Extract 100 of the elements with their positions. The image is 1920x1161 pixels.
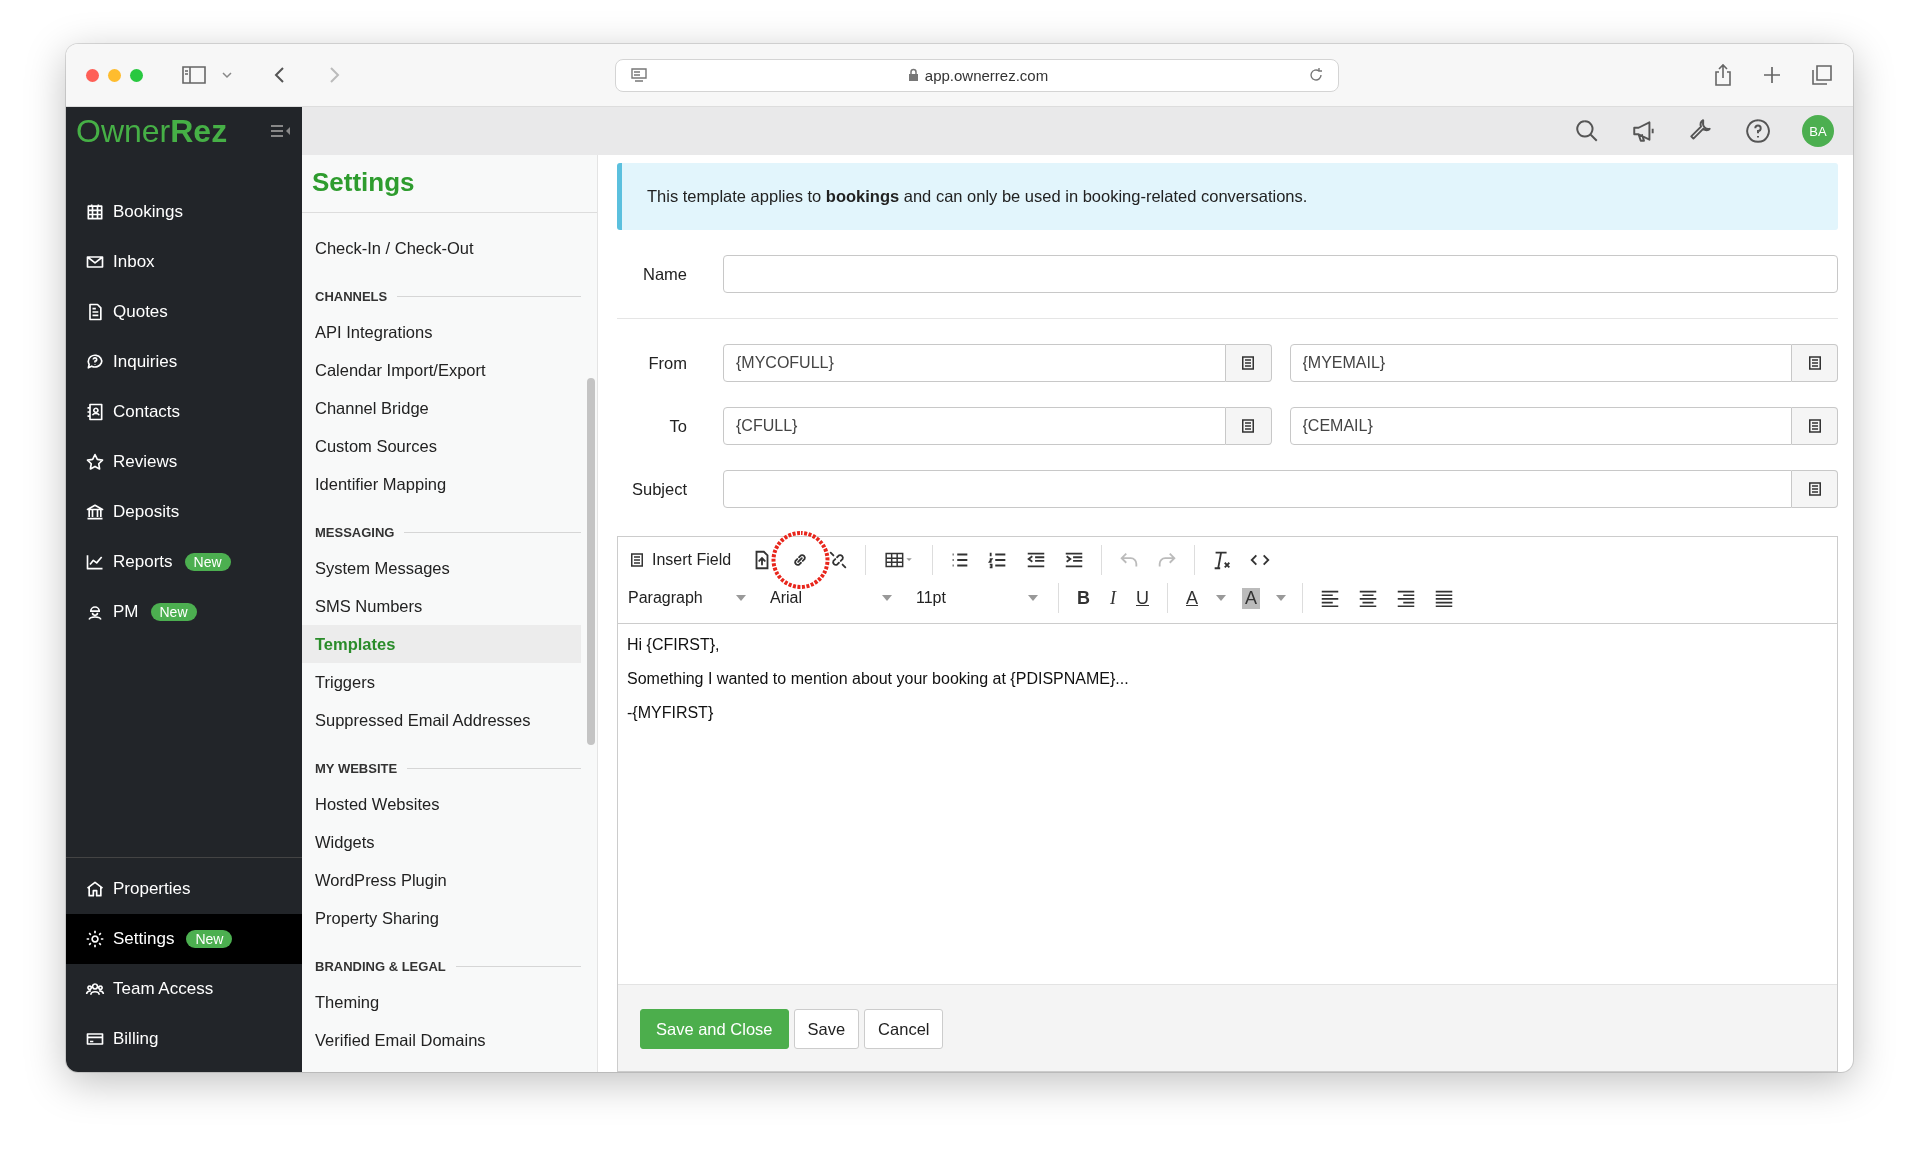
section-heading: MESSAGING	[315, 524, 395, 540]
section-heading: BRANDING & LEGAL	[315, 958, 446, 974]
page-icon	[630, 67, 648, 83]
insert-field-button[interactable]	[1225, 344, 1272, 382]
section-heading: MY WEBSITE	[315, 760, 398, 776]
paragraph-dropdown[interactable]: Paragraph	[624, 589, 750, 607]
subject-field[interactable]	[723, 470, 1792, 508]
close-window-button[interactable]	[86, 68, 99, 82]
megaphone-icon[interactable]	[1631, 118, 1657, 144]
settings-heading: Settings	[302, 155, 597, 213]
format-button[interactable]: B	[1075, 587, 1092, 609]
insert-field-button[interactable]	[1792, 470, 1838, 508]
settings-link[interactable]: SMS Numbers	[302, 587, 581, 625]
font-size-dropdown[interactable]: 11pt	[912, 589, 1042, 607]
new-tab-icon[interactable]	[1763, 66, 1781, 84]
address-bar[interactable]: app.ownerrez.com	[615, 58, 1339, 92]
speech-bubble-icon	[85, 352, 105, 372]
settings-link[interactable]: System Messages	[302, 549, 581, 587]
line-chart-icon	[85, 552, 105, 572]
settings-link[interactable]: Channel Bridge	[302, 389, 581, 427]
message-line: -{MYFIRST}	[627, 704, 715, 722]
settings-link[interactable]: Identifier Mapping	[302, 465, 581, 503]
nav-item[interactable]: Billing	[66, 1014, 302, 1064]
nav-item[interactable]: Bookings	[66, 187, 302, 237]
star-icon	[85, 452, 105, 472]
text-field[interactable]: {MYCOFULL}	[723, 344, 1226, 382]
new-badge: New	[186, 930, 233, 948]
insert-field-button[interactable]	[1792, 344, 1838, 382]
share-icon[interactable]	[1713, 63, 1733, 87]
nav-item[interactable]: Team Access	[66, 964, 302, 1014]
house-icon	[85, 879, 105, 899]
info-notice: This template applies to bookings and can only be used in booking-related conversations.	[617, 163, 1838, 230]
font-dropdown[interactable]: Arial	[766, 589, 896, 607]
insert-field-button[interactable]	[1792, 407, 1838, 445]
caret-icon	[882, 595, 892, 601]
nav-item[interactable]: Properties	[66, 864, 302, 914]
back-icon[interactable]	[273, 65, 287, 85]
message-line: Something I wanted to mention about your booking at {PDISPNAME}...	[627, 670, 1130, 688]
insert-field-button[interactable]: Insert Field	[624, 551, 736, 569]
list-icon	[1239, 417, 1257, 435]
url-text: app.ownerrez.com	[924, 66, 1049, 84]
settings-link[interactable]: Templates	[302, 625, 581, 663]
reload-icon[interactable]	[1308, 67, 1324, 83]
settings-link[interactable]: Custom Sources	[302, 427, 581, 465]
nav-item[interactable]: Reports New	[66, 537, 302, 587]
nav-item[interactable]: Quotes	[66, 287, 302, 337]
nav-item[interactable]: Inbox	[66, 237, 302, 287]
settings-link[interactable]: Widgets	[302, 823, 581, 861]
nav-item[interactable]: PM New	[66, 587, 302, 637]
field-label: To	[668, 416, 687, 436]
text-field[interactable]: {MYEMAIL}	[1289, 344, 1792, 382]
caret-icon	[736, 595, 746, 601]
nav-item[interactable]: Deposits	[66, 487, 302, 537]
settings-link[interactable]: Triggers	[302, 663, 581, 701]
text-field[interactable]: {CFULL}	[723, 407, 1226, 445]
chevron-down-icon[interactable]	[221, 70, 233, 80]
logo[interactable]: OwnerRez	[76, 112, 228, 150]
insert-field-button[interactable]	[1225, 407, 1272, 445]
settings-link[interactable]: Check-In / Check-Out	[302, 229, 581, 267]
settings-link[interactable]: WordPress Plugin	[302, 861, 581, 899]
lock-icon	[907, 68, 919, 82]
sidebar-toggle-icon[interactable]	[181, 64, 207, 86]
tabs-overview-icon[interactable]	[1811, 64, 1833, 86]
settings-link[interactable]: API Integrations	[302, 313, 581, 351]
calendar-icon	[85, 202, 105, 222]
field-label: Name	[642, 264, 687, 284]
settings-link[interactable]: Theming	[302, 983, 581, 1021]
message-line: Hi {CFIRST},	[627, 636, 721, 654]
caret-icon[interactable]	[1216, 595, 1226, 601]
nav-item[interactable]: Inquiries	[66, 337, 302, 387]
action-button[interactable]: Save	[793, 1009, 860, 1049]
bank-icon	[85, 502, 105, 522]
settings-link[interactable]: Hosted Websites	[302, 785, 581, 823]
settings-link[interactable]: Property Sharing	[302, 899, 581, 937]
field-label: Subject	[630, 479, 687, 499]
nav-item[interactable]: Contacts	[66, 387, 302, 437]
settings-link[interactable]: Calendar Import/Export	[302, 351, 581, 389]
format-button[interactable]: U	[1134, 587, 1151, 609]
collapse-menu-icon[interactable]	[270, 122, 292, 140]
field-label: From	[647, 353, 687, 373]
nav-item[interactable]: Reviews	[66, 437, 302, 487]
text-color-button[interactable]: A	[1184, 587, 1200, 609]
action-button[interactable]: Cancel	[864, 1009, 944, 1049]
gear-icon	[85, 929, 105, 949]
list-icon	[628, 551, 646, 569]
format-button[interactable]: I	[1108, 587, 1118, 609]
help-icon[interactable]	[1745, 118, 1771, 144]
caret-icon	[1028, 595, 1038, 601]
settings-link[interactable]: Suppressed Email Addresses	[302, 701, 581, 739]
scroll-thumb[interactable]	[587, 378, 595, 745]
caret-icon[interactable]	[1276, 595, 1287, 601]
text-field[interactable]: {CEMAIL}	[1289, 407, 1792, 445]
name-field[interactable]	[723, 255, 1838, 293]
section-heading: CHANNELS	[315, 288, 388, 304]
nav-item[interactable]: Settings New	[66, 914, 302, 964]
list-icon	[1239, 354, 1257, 372]
settings-link[interactable]: Verified Email Domains	[302, 1021, 581, 1059]
highlight-color-button[interactable]: A	[1242, 587, 1261, 609]
search-icon[interactable]	[1574, 118, 1600, 144]
new-badge: New	[150, 603, 197, 621]
